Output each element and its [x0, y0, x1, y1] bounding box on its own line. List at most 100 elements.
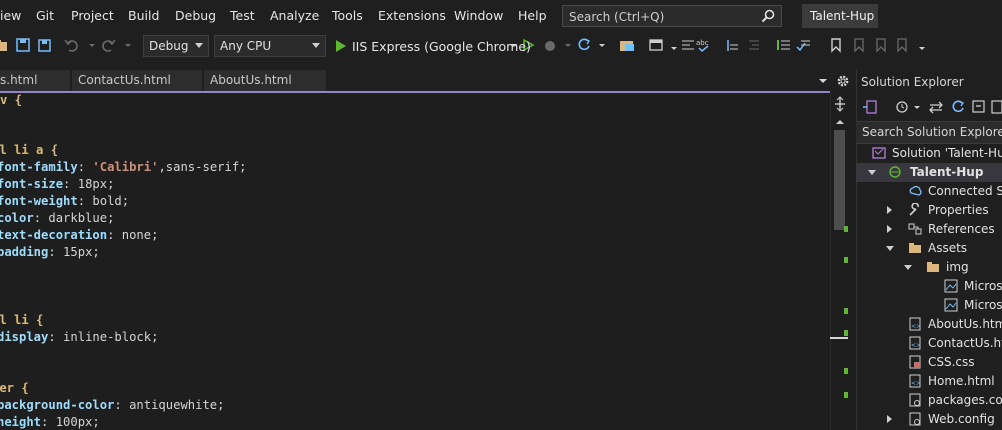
collapse-all-icon[interactable]	[970, 99, 986, 115]
tree-item-project[interactable]: Talent-Hup	[856, 163, 1002, 182]
run-play-icon[interactable]	[333, 38, 349, 54]
scrollbar-thumb[interactable]	[834, 130, 845, 230]
configuration-dropdown[interactable]: Debug	[143, 35, 209, 57]
pending-dropdown-icon[interactable]	[912, 99, 922, 115]
switch-views-icon[interactable]	[862, 99, 878, 115]
expand-arrow-icon[interactable]	[886, 246, 894, 251]
code-line: padding: 15px;	[0, 245, 100, 262]
solution-explorer-toolbar	[856, 94, 1002, 120]
comment-lines-icon[interactable]	[776, 37, 792, 53]
refresh-icon[interactable]	[950, 99, 966, 115]
chevron-down-icon	[312, 43, 320, 48]
expand-arrow-icon[interactable]	[904, 265, 912, 270]
css-property: height	[0, 415, 42, 429]
css-selector: ul li a {	[0, 143, 59, 157]
expand-arrow-icon[interactable]	[887, 415, 892, 423]
tree-item-label: Properties	[928, 203, 989, 217]
tree-item-web-config[interactable]: Web.config	[856, 410, 1002, 429]
chevron-down-icon	[195, 43, 203, 48]
hot-reload-dropdown-icon[interactable]	[560, 37, 576, 53]
toolbar-overflow-icon[interactable]	[914, 37, 930, 53]
menu-help[interactable]: Help	[518, 8, 547, 23]
search-input[interactable]: Search (Ctrl+Q)	[562, 5, 782, 27]
tree-item-connected-services[interactable]: Connected Se	[856, 182, 1002, 201]
menu-build[interactable]: Build	[128, 8, 159, 23]
menu-test[interactable]: Test	[230, 8, 255, 23]
document-tab-bar: s.html ContactUs.html AboutUs.html	[0, 70, 830, 93]
menu-window[interactable]: Window	[454, 8, 503, 23]
pending-changes-icon[interactable]	[894, 99, 910, 115]
tree-item-references[interactable]: References	[856, 220, 1002, 239]
format-icon[interactable]	[680, 37, 696, 53]
tree-item-image-file[interactable]: Microso	[856, 296, 1002, 315]
solution-explorer-search[interactable]: Search Solution Explorer (C	[856, 121, 1002, 144]
sync-active-document-icon[interactable]	[928, 99, 944, 115]
tab-home-html[interactable]: s.html	[0, 70, 70, 91]
expand-arrow-icon[interactable]	[887, 206, 892, 214]
tree-item-label: ContactUs.htm	[928, 336, 1002, 350]
platform-dropdown[interactable]: Any CPU	[214, 35, 326, 57]
browse-folder-icon[interactable]	[619, 37, 635, 53]
indent-icon[interactable]	[724, 37, 740, 53]
bookmark-icon[interactable]	[828, 37, 844, 53]
refresh-icon[interactable]	[576, 37, 592, 53]
run-target-label[interactable]: IIS Express (Google Chrome)	[352, 39, 531, 54]
undo-icon[interactable]	[64, 37, 80, 53]
spell-check-icon[interactable]: abc	[695, 37, 711, 53]
next-bookmark-icon[interactable]	[872, 37, 888, 53]
redo-dropdown-icon[interactable]	[120, 37, 136, 53]
menu-view[interactable]: iew	[0, 8, 21, 23]
css-value: inline-block;	[55, 330, 159, 344]
code-line: height: 100px;	[0, 415, 100, 430]
tree-item-home-html[interactable]: <> Home.html	[856, 372, 1002, 391]
connected-services-icon	[909, 185, 922, 196]
css-property: background-color	[0, 398, 115, 412]
tree-item-solution[interactable]: Solution 'Talent-Hup	[856, 144, 1002, 163]
save-all-icon[interactable]	[36, 37, 52, 53]
code-line: background-color: antiquewhite;	[0, 398, 224, 415]
window-layout-icon[interactable]	[648, 37, 664, 53]
menu-debug[interactable]: Debug	[175, 8, 216, 23]
css-value: 100px;	[48, 415, 100, 429]
undo-dropdown-icon[interactable]	[84, 37, 100, 53]
svg-text:abc: abc	[696, 39, 709, 47]
change-marker	[844, 368, 848, 374]
tab-list-dropdown-icon[interactable]	[818, 76, 828, 86]
code-editor[interactable]: v { ul li a { font-family: 'Calibri',san…	[0, 93, 830, 430]
save-icon[interactable]	[15, 37, 31, 53]
tree-item-aboutus-html[interactable]: <> AboutUs.html	[856, 315, 1002, 334]
tree-item-image-file[interactable]: Microso	[856, 277, 1002, 296]
redo-icon[interactable]	[100, 37, 116, 53]
prev-bookmark-icon[interactable]	[850, 37, 866, 53]
hot-reload-icon[interactable]	[542, 37, 558, 53]
project-name-badge[interactable]: Talent-Hup	[802, 4, 878, 28]
refresh-dropdown-icon[interactable]	[594, 37, 610, 53]
expand-arrow-icon[interactable]	[868, 170, 876, 175]
tree-item-contactus-html[interactable]: <> ContactUs.htm	[856, 334, 1002, 353]
clear-bookmarks-icon[interactable]	[894, 37, 910, 53]
tab-contactus-html[interactable]: ContactUs.html	[72, 70, 202, 91]
menu-git[interactable]: Git	[36, 8, 54, 23]
tree-item-label: Microso	[964, 298, 1002, 312]
tree-item-assets-folder[interactable]: Assets	[856, 239, 1002, 258]
menu-project[interactable]: Project	[71, 8, 114, 23]
colon: :	[114, 398, 122, 412]
show-all-files-icon[interactable]	[990, 99, 1002, 115]
html-file-icon: <>	[909, 317, 921, 331]
scroll-up-icon[interactable]	[834, 118, 846, 126]
tree-item-css-file[interactable]: CSS.css	[856, 353, 1002, 372]
tree-item-packages-config[interactable]: packages.conf	[856, 391, 1002, 410]
split-editor-icon[interactable]	[833, 96, 847, 112]
settings-gear-icon[interactable]	[836, 74, 850, 88]
uncomment-lines-icon[interactable]	[796, 37, 812, 53]
outdent-icon[interactable]	[746, 37, 762, 53]
tree-item-label: Microso	[964, 279, 1002, 293]
open-file-icon[interactable]	[0, 37, 10, 53]
tree-item-img-folder[interactable]: img	[856, 258, 1002, 277]
tab-aboutus-html[interactable]: AboutUs.html	[204, 70, 326, 91]
menu-analyze[interactable]: Analyze	[270, 8, 319, 23]
tree-item-properties[interactable]: Properties	[856, 201, 1002, 220]
expand-arrow-icon[interactable]	[887, 225, 892, 233]
menu-tools[interactable]: Tools	[332, 8, 363, 23]
menu-extensions[interactable]: Extensions	[378, 8, 446, 23]
